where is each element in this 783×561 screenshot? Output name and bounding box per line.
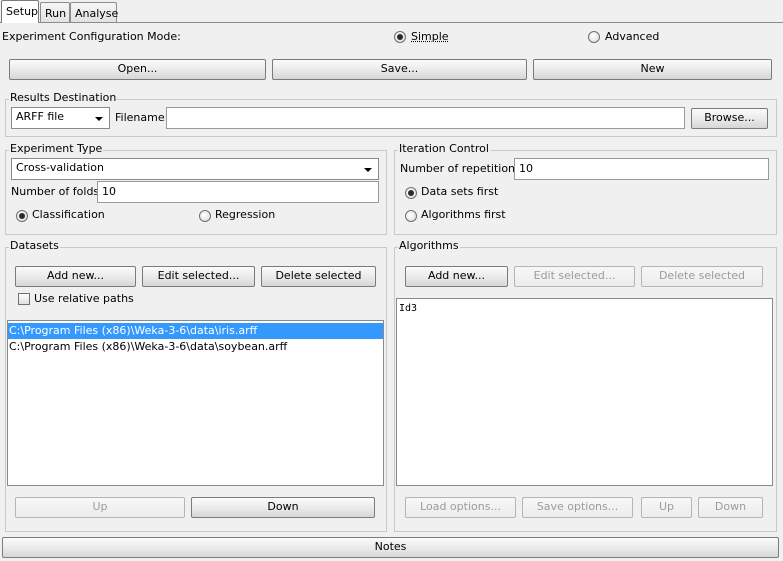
tab-setup-label: Setup [6,5,39,18]
list-item[interactable]: Id3 [397,301,772,317]
simple-radio-label[interactable]: Simple [411,30,449,44]
use-relative-paths-label[interactable]: Use relative paths [34,292,134,306]
datasets-edit-selected-button[interactable]: Edit selected... [142,266,255,287]
datasets-delete-selected-button[interactable]: Delete selected [261,266,376,287]
experiment-type-select[interactable]: Cross-validation [11,158,379,180]
classification-radio-label[interactable]: Classification [32,208,105,222]
browse-button[interactable]: Browse... [691,108,768,129]
repetitions-input[interactable]: 10 [514,158,769,180]
folds-input[interactable]: 10 [97,181,379,203]
algorithms-up-button[interactable]: Up [641,497,692,518]
folds-label: Number of folds: [11,185,103,198]
advanced-radio-label[interactable]: Advanced [605,30,659,44]
open-button[interactable]: Open... [9,59,266,80]
chevron-down-icon [364,168,372,172]
filename-input[interactable] [166,107,685,129]
regression-radio-label[interactable]: Regression [215,208,275,222]
new-button[interactable]: New [533,59,772,80]
iteration-control-title: Iteration Control [398,142,490,156]
save-options-button[interactable]: Save options... [522,497,633,518]
filename-label: Filename: [115,111,169,124]
config-mode-label: Experiment Configuration Mode: [2,30,181,43]
algorithms-list[interactable]: Id3 [396,298,773,486]
load-options-button[interactable]: Load options... [405,497,516,518]
algorithms-add-new-button[interactable]: Add new... [405,266,508,287]
list-item[interactable]: C:\Program Files (x86)\Weka-3-6\data\iri… [8,323,383,339]
notes-button[interactable]: Notes [2,537,779,558]
list-item[interactable]: C:\Program Files (x86)\Weka-3-6\data\soy… [8,339,383,355]
data-sets-first-radio[interactable] [405,187,417,199]
advanced-radio[interactable] [588,31,600,43]
results-destination-title: Results Destination [9,91,118,105]
destination-type-select[interactable]: ARFF file [11,107,110,129]
datasets-title: Datasets [9,239,60,253]
classification-radio[interactable] [16,210,28,222]
tab-run[interactable]: Run [40,2,70,22]
tab-analyse-label: Analyse [75,7,119,20]
experiment-type-value: Cross-validation [16,161,104,174]
algorithms-first-label[interactable]: Algorithms first [421,208,506,222]
regression-radio[interactable] [199,210,211,222]
tab-strip-line [0,22,783,23]
experiment-type-title: Experiment Type [9,142,104,156]
algorithms-delete-selected-button[interactable]: Delete selected [641,266,763,287]
destination-type-value: ARFF file [16,110,65,123]
datasets-down-button[interactable]: Down [191,497,375,518]
algorithms-first-radio[interactable] [405,210,417,222]
datasets-up-button[interactable]: Up [15,497,185,518]
use-relative-paths-checkbox[interactable] [18,293,30,305]
save-button[interactable]: Save... [272,59,527,80]
tab-run-label: Run [45,7,67,20]
chevron-down-icon [95,117,103,121]
algorithms-edit-selected-button[interactable]: Edit selected... [514,266,635,287]
tab-analyse[interactable]: Analyse [70,2,119,22]
simple-radio[interactable] [394,31,406,43]
repetitions-label: Number of repetitions: [400,162,525,175]
algorithms-down-button[interactable]: Down [698,497,763,518]
datasets-list[interactable]: C:\Program Files (x86)\Weka-3-6\data\iri… [7,320,384,486]
datasets-add-new-button[interactable]: Add new... [15,266,136,287]
tab-setup[interactable]: Setup [1,0,39,23]
data-sets-first-label[interactable]: Data sets first [421,185,498,199]
algorithms-title: Algorithms [398,239,460,253]
